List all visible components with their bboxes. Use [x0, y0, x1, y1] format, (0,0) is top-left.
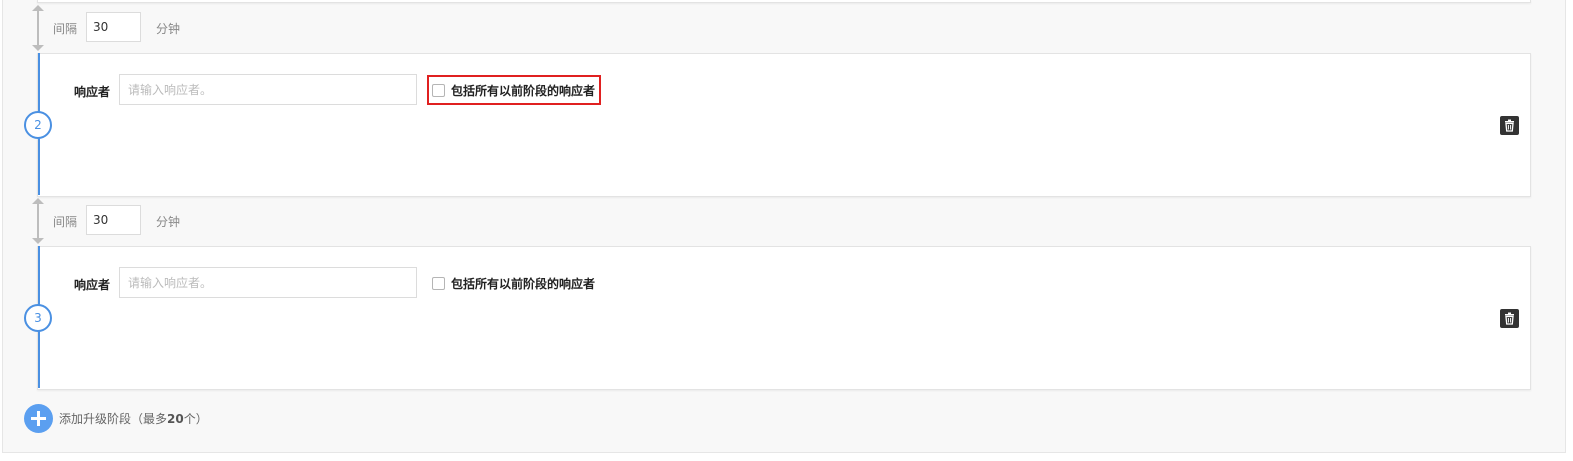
- responder-label: 响应者: [74, 85, 111, 99]
- plus-icon[interactable]: [24, 404, 53, 433]
- interval-minutes-input[interactable]: [86, 205, 141, 235]
- interval-arrow-icon: [31, 198, 45, 244]
- interval-label: 间隔: [53, 215, 78, 229]
- previous-stage-card-edge: [37, 0, 1531, 3]
- interval-label: 间隔: [53, 22, 78, 36]
- checkbox-icon[interactable]: [432, 83, 445, 97]
- include-previous-responders-checkbox[interactable]: 包括所有以前阶段的响应者: [432, 275, 595, 291]
- responder-label: 响应者: [74, 278, 111, 292]
- include-previous-responders-label: 包括所有以前阶段的响应者: [451, 83, 596, 98]
- trash-icon[interactable]: [1500, 309, 1519, 328]
- stage-number-badge: 3: [24, 304, 52, 332]
- include-previous-responders-checkbox[interactable]: 包括所有以前阶段的响应者: [432, 82, 595, 98]
- interval-arrow-icon: [31, 5, 45, 51]
- checkbox-icon[interactable]: [432, 276, 445, 290]
- add-escalation-stage-button[interactable]: 添加升级阶段（最多20个）: [24, 404, 208, 433]
- add-stage-label[interactable]: 添加升级阶段（最多20个）: [59, 410, 208, 427]
- interval-minutes-input[interactable]: [86, 12, 141, 42]
- interval-unit-label: 分钟: [156, 215, 181, 229]
- interval-unit-label: 分钟: [156, 22, 181, 36]
- stage-number-badge: 2: [24, 111, 52, 139]
- responder-input[interactable]: [119, 267, 417, 298]
- responder-input[interactable]: [119, 74, 417, 105]
- trash-icon[interactable]: [1500, 116, 1519, 135]
- include-previous-responders-label: 包括所有以前阶段的响应者: [451, 276, 596, 291]
